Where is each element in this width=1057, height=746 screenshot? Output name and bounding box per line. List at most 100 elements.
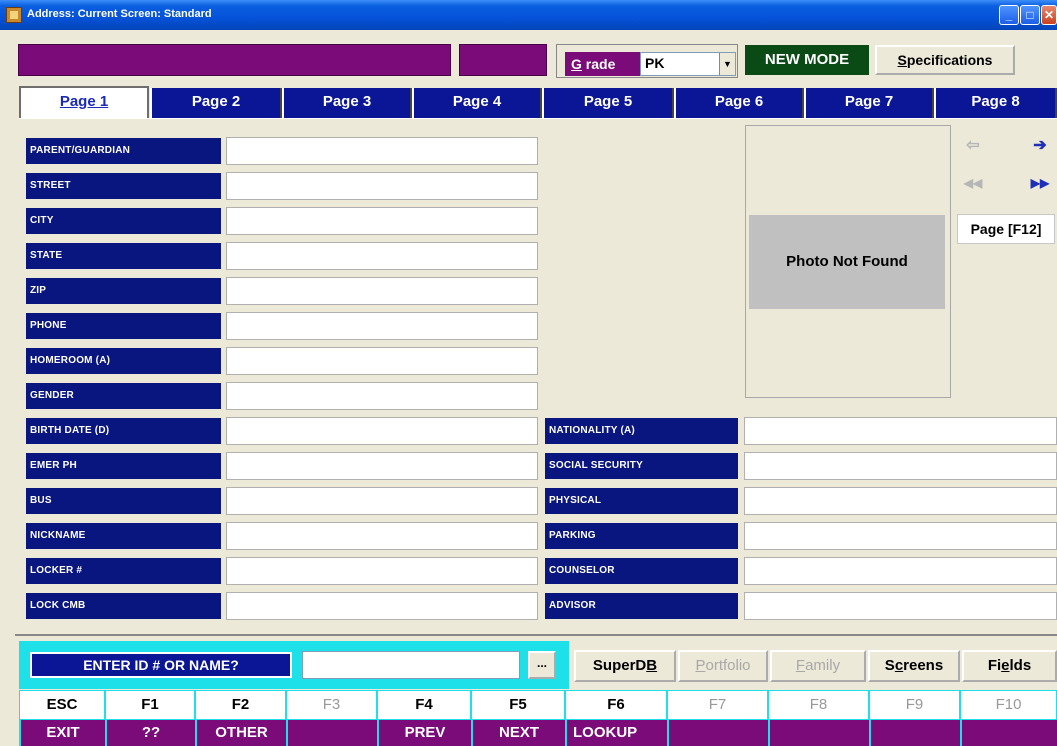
field-label: STREET <box>26 173 221 199</box>
page-f12-button[interactable]: Page [F12] <box>957 214 1055 244</box>
screens-label: S <box>884 657 895 674</box>
tab-page-5[interactable]: Page 5 <box>542 88 674 118</box>
street-input[interactable] <box>226 172 538 200</box>
specifications-label: pecifications <box>906 52 993 68</box>
help-button[interactable]: ?? <box>105 720 195 746</box>
tab-page-7[interactable]: Page 7 <box>804 88 934 118</box>
fields-hotkey: e <box>1001 657 1010 674</box>
portfolio-button[interactable]: Portfolio <box>678 650 768 682</box>
divider <box>15 634 1057 636</box>
field-label: SOCIAL SECURITY <box>545 453 738 479</box>
browse-button[interactable]: ... <box>528 651 556 679</box>
superdb-label: SuperD <box>592 657 647 674</box>
purple-header-bar <box>18 44 451 76</box>
tab-page-1[interactable]: Page 1 <box>19 86 149 119</box>
purple-header-bar-2 <box>459 44 547 76</box>
fkey-f10[interactable]: F10 <box>960 690 1057 720</box>
fkey-esc[interactable]: ESC <box>19 690 105 720</box>
grade-label-text: rade <box>581 56 616 72</box>
field-label: NICKNAME <box>26 523 221 549</box>
screens-label-rest: reens <box>903 657 944 674</box>
physical-input[interactable] <box>744 487 1057 515</box>
field-label: HOMEROOM (A) <box>26 348 221 374</box>
f3-action-button[interactable] <box>286 720 377 746</box>
field-label: LOCK CMB <box>26 593 221 619</box>
search-input[interactable] <box>302 651 520 679</box>
family-hotkey: F <box>795 657 806 674</box>
fkey-f5[interactable]: F5 <box>471 690 565 720</box>
bus-input[interactable] <box>226 487 538 515</box>
tab-page-8[interactable]: Page 8 <box>934 88 1057 118</box>
fkey-f4[interactable]: F4 <box>377 690 471 720</box>
mode-badge: NEW MODE <box>745 45 869 75</box>
specifications-button[interactable]: Specifications <box>875 45 1015 75</box>
field-label: PHYSICAL <box>545 488 738 514</box>
social-security-input[interactable] <box>744 452 1057 480</box>
specifications-hotkey: S <box>897 52 907 68</box>
field-label: ZIP <box>26 278 221 304</box>
tab-page-4[interactable]: Page 4 <box>412 88 542 118</box>
fkey-f7[interactable]: F7 <box>667 690 768 720</box>
lock-cmb-input[interactable] <box>226 592 538 620</box>
emer-ph-input[interactable] <box>226 452 538 480</box>
fkey-f3[interactable]: F3 <box>286 690 377 720</box>
f9-action-button[interactable] <box>869 720 960 746</box>
portfolio-label-rest: ortfolio <box>705 657 751 674</box>
double-arrow-right-icon[interactable]: ▶▶ <box>1025 168 1055 198</box>
phone-input[interactable] <box>226 312 538 340</box>
advisor-input[interactable] <box>744 592 1057 620</box>
double-arrow-left-icon[interactable]: ◀◀ <box>958 168 988 198</box>
grade-hotkey: G <box>571 56 582 72</box>
field-label: PHONE <box>26 313 221 339</box>
fkey-f8[interactable]: F8 <box>768 690 869 720</box>
arrow-left-icon[interactable]: ⇦ <box>958 131 988 161</box>
title-bar: Address: Current Screen: Standard _ □ ✕ <box>0 0 1057 30</box>
field-label: PARENT/GUARDIAN <box>26 138 221 164</box>
field-label: CITY <box>26 208 221 234</box>
zip-input[interactable] <box>226 277 538 305</box>
field-label: BUS <box>26 488 221 514</box>
arrow-right-icon[interactable]: ➔ <box>1025 131 1055 161</box>
dropdown-arrow-icon[interactable]: ▼ <box>719 53 735 75</box>
tab-page-2[interactable]: Page 2 <box>150 88 282 118</box>
prev-button[interactable]: PREV <box>377 720 471 746</box>
family-button[interactable]: Family <box>770 650 866 682</box>
nationality-input[interactable] <box>744 417 1057 445</box>
fkey-f9[interactable]: F9 <box>869 690 960 720</box>
counselor-input[interactable] <box>744 557 1057 585</box>
fkey-f1[interactable]: F1 <box>105 690 195 720</box>
superdb-button[interactable]: SuperDB <box>574 650 676 682</box>
field-label: EMER PH <box>26 453 221 479</box>
birth-date-input[interactable] <box>226 417 538 445</box>
homeroom-input[interactable] <box>226 347 538 375</box>
gender-input[interactable] <box>226 382 538 410</box>
student-photo[interactable]: Photo Not Found <box>749 215 945 309</box>
city-input[interactable] <box>226 207 538 235</box>
app-window: Address: Current Screen: Standard _ □ ✕ … <box>0 0 1057 746</box>
close-icon[interactable]: ✕ <box>1041 5 1057 25</box>
nickname-input[interactable] <box>226 522 538 550</box>
grade-dropdown[interactable]: PK ▼ <box>640 52 736 76</box>
screens-button[interactable]: Screens <box>868 650 960 682</box>
fields-button[interactable]: Fields <box>962 650 1057 682</box>
other-button[interactable]: OTHER <box>195 720 286 746</box>
field-label: COUNSELOR <box>545 558 738 584</box>
fkey-f6[interactable]: F6 <box>565 690 667 720</box>
lookup-button[interactable]: LOOKUP <box>565 720 667 746</box>
minimize-icon[interactable]: _ <box>999 5 1019 25</box>
state-input[interactable] <box>226 242 538 270</box>
f8-action-button[interactable] <box>768 720 869 746</box>
fkey-f2[interactable]: F2 <box>195 690 286 720</box>
f10-action-button[interactable] <box>960 720 1057 746</box>
maximize-icon[interactable]: □ <box>1020 5 1040 25</box>
grade-value: PK <box>645 55 665 71</box>
tab-page-6[interactable]: Page 6 <box>674 88 804 118</box>
tab-page-3[interactable]: Page 3 <box>282 88 412 118</box>
search-label: ENTER ID # OR NAME? <box>30 652 292 678</box>
locker-input[interactable] <box>226 557 538 585</box>
next-button[interactable]: NEXT <box>471 720 565 746</box>
f7-action-button[interactable] <box>667 720 768 746</box>
exit-button[interactable]: EXIT <box>19 720 105 746</box>
parent-guardian-input[interactable] <box>226 137 538 165</box>
parking-input[interactable] <box>744 522 1057 550</box>
